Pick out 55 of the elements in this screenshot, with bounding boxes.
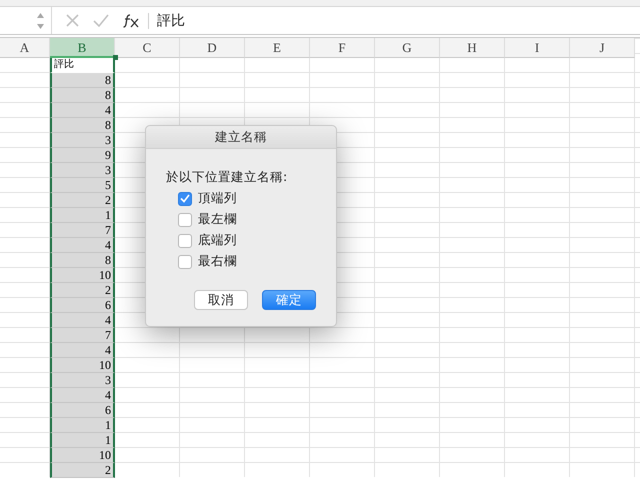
table-cell[interactable]: 2 (50, 193, 115, 208)
checkbox[interactable] (178, 192, 192, 206)
column-header[interactable]: H (440, 38, 505, 58)
checkbox-label: 最右欄 (198, 253, 237, 270)
table-cell[interactable]: 4 (50, 388, 115, 403)
table-cell[interactable]: 3 (50, 133, 115, 148)
cancel-button[interactable]: 取消 (194, 290, 248, 310)
table-cell[interactable]: 4 (50, 103, 115, 118)
table-cell[interactable]: 3 (50, 163, 115, 178)
table-cell[interactable]: 1 (50, 433, 115, 448)
checkbox[interactable] (178, 212, 192, 226)
table-cell[interactable]: 9 (50, 148, 115, 163)
dialog-prompt: 於以下位置建立名稱: (166, 169, 288, 186)
column-header[interactable]: B (50, 38, 115, 58)
column-header[interactable]: A (0, 38, 50, 58)
table-cell[interactable]: 7 (50, 328, 115, 343)
table-cell[interactable]: 4 (50, 238, 115, 253)
table-cell[interactable]: 2 (50, 463, 115, 478)
column-header[interactable]: G (375, 38, 440, 58)
table-cell[interactable]: 8 (50, 88, 115, 103)
table-cell[interactable]: 3 (50, 373, 115, 388)
table-cell[interactable]: 7 (50, 223, 115, 238)
table-cell[interactable]: 8 (50, 118, 115, 133)
table-cell[interactable]: 10 (50, 448, 115, 463)
column-header[interactable]: I (505, 38, 570, 58)
checkbox-label: 頂端列 (198, 190, 237, 207)
table-cell[interactable]: 10 (50, 358, 115, 373)
column-header[interactable]: J (570, 38, 635, 58)
function-icon[interactable] (123, 14, 140, 28)
column-header[interactable]: C (115, 38, 180, 58)
table-cell[interactable]: 6 (50, 298, 115, 313)
table-cell[interactable]: 8 (50, 253, 115, 268)
table-cell[interactable]: 10 (50, 268, 115, 283)
checkmark-icon[interactable] (93, 14, 109, 27)
table-cell[interactable]: 5 (50, 178, 115, 193)
checkbox-label: 底端列 (198, 232, 237, 249)
column-header[interactable]: E (245, 38, 310, 58)
checkbox[interactable] (178, 234, 192, 248)
checkbox-label: 最左欄 (198, 211, 237, 228)
table-cell[interactable]: 6 (50, 403, 115, 418)
checkbox[interactable] (178, 254, 192, 268)
fill-handle[interactable] (113, 55, 118, 60)
table-cell[interactable]: 4 (50, 343, 115, 358)
formula-content[interactable]: 評比 (157, 12, 185, 30)
column-header[interactable]: D (180, 38, 245, 58)
table-cell[interactable]: 1 (50, 418, 115, 433)
table-cell[interactable]: 評比 (50, 58, 115, 73)
table-cell[interactable]: 1 (50, 208, 115, 223)
dialog-title: 建立名稱 (146, 126, 336, 149)
cancel-icon[interactable] (66, 14, 79, 27)
table-cell[interactable]: 4 (50, 313, 115, 328)
stepper-icon[interactable] (36, 12, 45, 30)
table-cell[interactable]: 2 (50, 283, 115, 298)
table-cell[interactable]: 8 (50, 73, 115, 88)
column-header[interactable]: F (310, 38, 375, 58)
